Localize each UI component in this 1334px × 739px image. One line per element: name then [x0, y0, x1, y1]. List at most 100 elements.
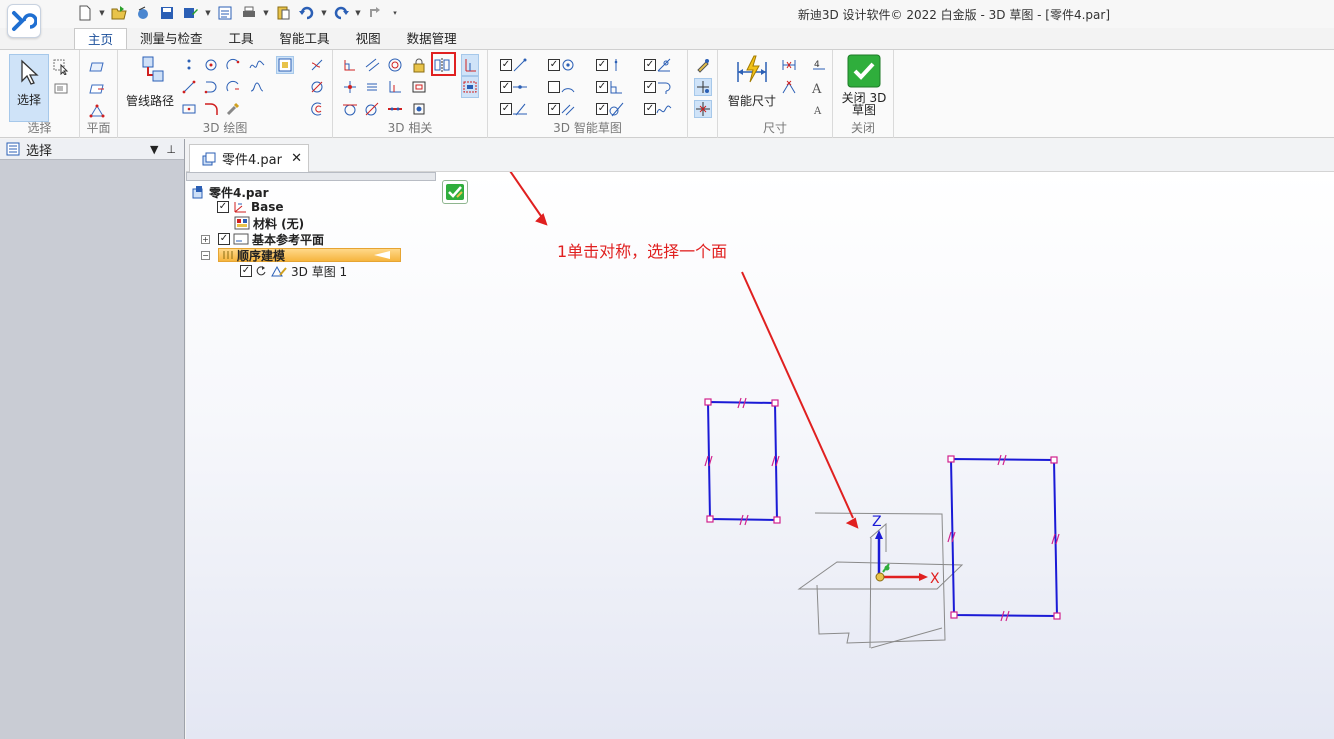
quadrant-checkbox[interactable]: ✓ — [644, 81, 656, 93]
trim-icon[interactable] — [224, 100, 242, 118]
parallel-checkbox[interactable]: ✓ — [548, 103, 560, 115]
smart-sketch-tangent[interactable]: ✓ — [592, 100, 628, 118]
tab-smart-tools[interactable]: 智能工具 — [267, 28, 343, 50]
project-curve-icon[interactable] — [308, 56, 326, 74]
pipe-path-button[interactable]: 管线路径 — [124, 54, 176, 109]
customize-qat-icon[interactable]: ▾ — [388, 9, 402, 17]
spline-icon[interactable] — [248, 56, 266, 74]
smart-dimension-button[interactable]: 智能尺寸 — [726, 54, 778, 109]
tab-data-management[interactable]: 数据管理 — [394, 28, 470, 50]
smart-sketch-center[interactable]: ✓ — [544, 56, 580, 74]
line-icon[interactable] — [180, 78, 198, 96]
select-box-icon[interactable] — [52, 58, 70, 76]
print-dropdown-icon[interactable]: ▼ — [262, 9, 270, 17]
text-size-down-icon[interactable]: A — [810, 100, 828, 118]
snap-point-icon[interactable] — [694, 78, 712, 96]
rigid-set-icon[interactable] — [461, 76, 479, 98]
pin-icon[interactable]: ⊥ — [166, 143, 176, 156]
curve-icon[interactable] — [248, 78, 266, 96]
dimension-style-icon[interactable]: 4 — [810, 56, 828, 74]
plane-offset-icon[interactable] — [88, 80, 106, 98]
print-icon[interactable] — [238, 2, 260, 24]
perpendicular-icon[interactable] — [341, 56, 359, 74]
undo-icon[interactable] — [296, 2, 318, 24]
endpoint-checkbox[interactable]: ✓ — [500, 59, 512, 71]
corner-handle[interactable] — [773, 516, 781, 524]
corner-handle[interactable] — [950, 611, 958, 619]
tab-measure[interactable]: 测量与检查 — [127, 28, 216, 50]
smart-sketch-perpendicular[interactable]: ✓ — [592, 78, 628, 96]
highlight-icon[interactable] — [694, 56, 712, 74]
angle-icon[interactable] — [386, 78, 404, 96]
angle-between-icon[interactable] — [780, 78, 798, 96]
save-icon[interactable] — [156, 2, 178, 24]
doc-tab-part4[interactable]: 零件4.par ✕ — [189, 144, 309, 172]
select-button[interactable]: 选择 — [9, 54, 49, 122]
sketch-plane-icon[interactable] — [276, 56, 294, 74]
curvature-icon[interactable] — [363, 100, 381, 118]
collinear-icon[interactable] — [386, 100, 404, 118]
smart-sketch-on-element[interactable]: ✓ — [592, 56, 628, 74]
redo-icon[interactable] — [330, 2, 352, 24]
sketch-canvas[interactable]: Z X — [186, 172, 1334, 739]
text-size-up-icon[interactable]: A — [810, 78, 828, 96]
parallel-icon[interactable] — [363, 56, 381, 74]
open-file-icon[interactable] — [108, 2, 130, 24]
corner-handle[interactable] — [706, 515, 714, 523]
circle-icon[interactable] — [202, 56, 220, 74]
new-dropdown-icon[interactable]: ▼ — [98, 9, 106, 17]
curve-checkbox[interactable]: ✓ — [644, 103, 656, 115]
close-sketch-button[interactable]: 关闭 3D 草图 — [839, 54, 889, 116]
globe-icon[interactable] — [132, 2, 154, 24]
relation-manager-icon[interactable] — [410, 100, 428, 118]
lock-icon[interactable] — [410, 56, 428, 74]
midpoint-checkbox[interactable]: ✓ — [500, 81, 512, 93]
coincident-icon[interactable] — [341, 78, 359, 96]
intersection-checkbox[interactable]: ✓ — [500, 103, 512, 115]
close-icon[interactable]: ✕ — [291, 151, 302, 166]
save-as-icon[interactable] — [180, 2, 202, 24]
arc-icon[interactable] — [224, 56, 242, 74]
plane-three-point-icon[interactable] — [88, 102, 106, 120]
crosshair-icon[interactable] — [694, 100, 712, 118]
offset-curve-icon[interactable] — [308, 100, 326, 118]
rectangle-icon[interactable] — [180, 100, 198, 118]
point-icon[interactable] — [180, 56, 198, 74]
corner-handle[interactable] — [704, 398, 712, 406]
smart-sketch-angle[interactable]: ✓ — [640, 56, 676, 74]
undo-dropdown-icon[interactable]: ▼ — [320, 9, 328, 17]
corner-handle[interactable] — [947, 455, 955, 463]
corner-handle[interactable] — [1053, 612, 1061, 620]
arc-point-checkbox[interactable] — [548, 81, 560, 93]
intersect-icon[interactable] — [308, 78, 326, 96]
tab-home[interactable]: 主页 — [74, 28, 128, 50]
tangent-icon[interactable] — [341, 100, 359, 118]
tab-view[interactable]: 视图 — [343, 28, 394, 50]
plane-icon[interactable] — [88, 58, 106, 76]
redo-dropdown-icon[interactable]: ▼ — [354, 9, 362, 17]
tab-tools[interactable]: 工具 — [216, 28, 267, 50]
smart-sketch-midpoint[interactable]: ✓ — [496, 78, 532, 96]
save-dropdown-icon[interactable]: ▼ — [204, 9, 212, 17]
distance-between-icon[interactable] — [780, 56, 798, 74]
horizontal-vertical-icon[interactable] — [461, 54, 479, 76]
arc-tangent-icon[interactable] — [202, 78, 220, 96]
equal-icon[interactable] — [363, 78, 381, 96]
clipboard-icon[interactable] — [272, 2, 294, 24]
arc-three-point-icon[interactable] — [224, 78, 242, 96]
sketch-rectangle-left[interactable] — [704, 397, 781, 526]
app-logo[interactable] — [7, 4, 41, 38]
smart-sketch-arc-point[interactable] — [544, 78, 580, 96]
panel-menu-icon[interactable]: ▼ — [150, 143, 158, 156]
on-element-checkbox[interactable]: ✓ — [596, 59, 608, 71]
repeat-icon[interactable] — [364, 2, 386, 24]
smart-sketch-curve[interactable]: ✓ — [640, 100, 676, 118]
concentric-icon[interactable] — [386, 56, 404, 74]
corner-handle[interactable] — [771, 399, 779, 407]
fillet-icon[interactable] — [202, 100, 220, 118]
center-checkbox[interactable]: ✓ — [548, 59, 560, 71]
angle-checkbox[interactable]: ✓ — [644, 59, 656, 71]
select-filter-icon[interactable] — [52, 80, 70, 98]
tangent-checkbox[interactable]: ✓ — [596, 103, 608, 115]
sketch-rectangle-right[interactable] — [947, 454, 1061, 622]
